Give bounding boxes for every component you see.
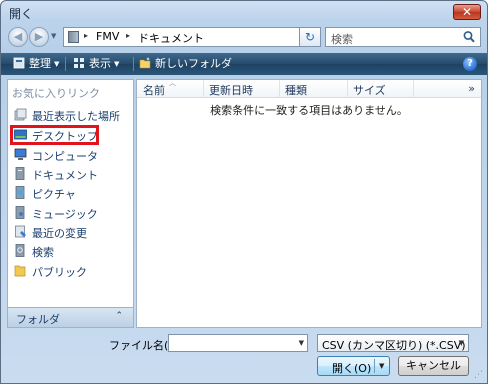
favorite-item-public[interactable]: パブリック <box>10 262 130 279</box>
new-folder-icon <box>139 57 151 69</box>
chevron-down-icon: ▼ <box>458 339 464 347</box>
close-button[interactable]: ✕ <box>453 4 481 20</box>
organize-label: 整理 <box>29 57 51 70</box>
favorite-item-searches[interactable]: 検索 <box>10 242 130 259</box>
breadcrumb-fmv[interactable]: FMV <box>96 30 119 43</box>
filetype-select[interactable]: CSV (カンマ区切り) (*.CSV) ▼ <box>317 334 469 352</box>
forward-button[interactable]: ▶ <box>29 27 49 47</box>
highlight-frame <box>10 125 99 145</box>
favorite-item-recent-places[interactable]: 最近表示した場所 <box>10 106 130 123</box>
window-title: 開く <box>9 7 34 21</box>
views-button[interactable]: 表示 ▼ <box>73 56 119 72</box>
favorite-label: ミュージック <box>32 208 98 221</box>
column-divider[interactable] <box>203 80 204 98</box>
forward-arrow-icon: ▶ <box>34 30 44 43</box>
breadcrumb-documents[interactable]: ドキュメント <box>138 30 204 46</box>
organize-button[interactable]: 整理 ▼ <box>13 56 59 72</box>
sort-ascending-icon: ︿ <box>169 79 176 87</box>
documents-icon <box>15 167 25 180</box>
toolbar-divider <box>133 57 134 71</box>
favorite-label: 最近表示した場所 <box>32 110 120 123</box>
back-arrow-icon: ◀ <box>13 30 23 43</box>
filetype-selected: CSV (カンマ区切り) (*.CSV) <box>322 339 466 352</box>
column-divider[interactable] <box>413 80 414 98</box>
open-label: 開く(O) <box>332 362 372 375</box>
column-header-size[interactable]: サイズ <box>353 82 386 98</box>
breadcrumb-separator-icon[interactable]: ▸ <box>84 31 88 40</box>
searches-icon <box>15 244 25 257</box>
pictures-icon <box>15 186 25 199</box>
navigation-pane: お気に入りリンク 最近表示した場所 デスクトップ コンピュータ ドキュメント ピ… <box>7 79 134 328</box>
favorite-item-pictures[interactable]: ピクチャ <box>10 184 130 201</box>
favorite-links-header: お気に入りリンク <box>12 87 100 100</box>
column-divider[interactable] <box>279 80 280 98</box>
title-bar: 開く ✕ <box>1 1 487 23</box>
views-icon <box>74 58 84 68</box>
organize-icon <box>13 57 25 69</box>
toolbar-divider <box>65 57 66 71</box>
chevron-down-icon[interactable]: ▼ <box>299 339 304 347</box>
favorite-label: ドキュメント <box>32 169 98 182</box>
chevron-down-icon: ▼ <box>54 60 60 68</box>
favorite-item-music[interactable]: ミュージック <box>10 204 130 221</box>
command-toolbar: 整理 ▼ 表示 ▼ 新しいフォルダ ? <box>1 53 487 75</box>
favorite-item-computer[interactable]: コンピュータ <box>10 146 130 163</box>
split-divider <box>374 359 375 373</box>
resize-grip-icon[interactable]: ⋰ <box>474 370 484 380</box>
favorite-label: ピクチャ <box>32 188 76 201</box>
chevron-up-icon: ⌃ <box>115 311 123 321</box>
folders-label: フォルダ <box>16 313 60 326</box>
public-icon <box>14 265 26 277</box>
empty-list-message: 検索条件に一致する項目はありません。 <box>210 104 408 117</box>
search-box[interactable]: 検索 <box>325 27 481 47</box>
folders-toggle[interactable]: フォルダ ⌃ <box>8 307 133 327</box>
favorite-item-documents[interactable]: ドキュメント <box>10 165 130 182</box>
column-divider[interactable] <box>347 80 348 98</box>
open-button[interactable]: 開く(O) ▼ <box>317 356 390 376</box>
column-header-type[interactable]: 種類 <box>285 82 307 98</box>
favorite-label: 検索 <box>32 246 54 259</box>
more-columns-icon[interactable]: » <box>468 82 475 95</box>
favorite-label: コンピュータ <box>32 150 98 163</box>
computer-icon <box>14 148 27 160</box>
folder-icon <box>68 31 79 43</box>
favorite-label: パブリック <box>32 266 87 279</box>
recently-changed-icon <box>15 225 26 238</box>
recent-pages-dropdown-icon[interactable]: ▼ <box>51 32 56 40</box>
file-list-pane: 名前 ︿ 更新日時 種類 サイズ » 検索条件に一致する項目はありません。 <box>136 79 482 328</box>
column-header-name[interactable]: 名前 <box>143 82 165 98</box>
new-folder-label: 新しいフォルダ <box>155 57 232 70</box>
filename-input[interactable]: ▼ <box>168 334 308 352</box>
search-input[interactable]: 検索 <box>331 31 353 47</box>
breadcrumb-separator-icon[interactable]: ▸ <box>126 31 130 40</box>
new-folder-button[interactable]: 新しいフォルダ <box>139 56 232 72</box>
search-icon[interactable] <box>462 30 476 44</box>
recent-places-icon <box>14 108 27 121</box>
music-icon <box>15 206 25 219</box>
chevron-down-icon: ▼ <box>114 60 120 68</box>
address-bar[interactable]: ▸ FMV ▸ ドキュメント ▼ <box>63 27 321 47</box>
refresh-icon: ↻ <box>304 30 316 44</box>
favorite-label: 最近の変更 <box>32 227 87 240</box>
column-header-modified[interactable]: 更新日時 <box>209 82 253 98</box>
cancel-button[interactable]: キャンセル <box>398 356 469 376</box>
open-options-dropdown-icon[interactable]: ▼ <box>379 362 384 370</box>
open-file-dialog: 開く ✕ ◀ ▶ ▼ ▸ FMV ▸ ドキュメント ▼ ↻ 検索 整理▼ <box>0 0 488 384</box>
refresh-button[interactable]: ↻ <box>299 27 321 47</box>
favorite-item-recently-changed[interactable]: 最近の変更 <box>10 223 130 240</box>
column-header-row: 名前 ︿ 更新日時 種類 サイズ » <box>137 79 481 98</box>
help-icon[interactable]: ? <box>463 57 477 71</box>
back-button[interactable]: ◀ <box>8 27 28 47</box>
views-label: 表示 <box>89 57 111 70</box>
